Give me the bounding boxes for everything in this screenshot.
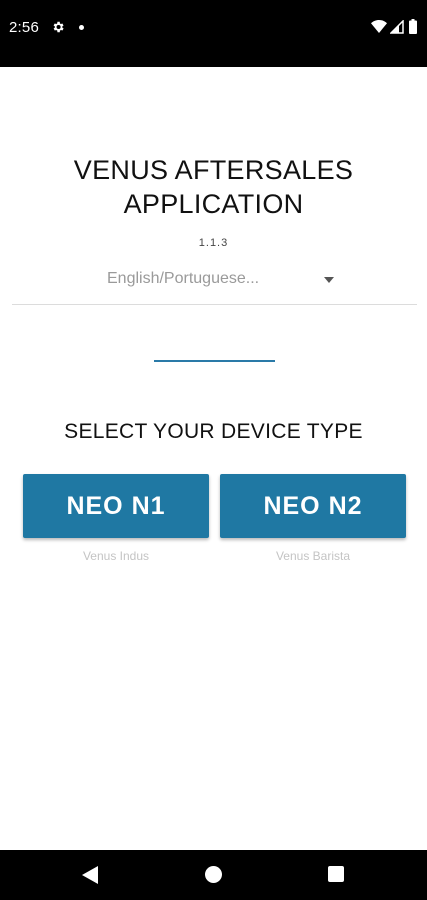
language-dropdown[interactable]: English/Portuguese...	[12, 262, 417, 305]
battery-icon	[409, 19, 417, 34]
dropdown-arrow-icon	[324, 277, 334, 283]
neo-n1-button[interactable]: NEO N1	[23, 474, 209, 538]
app-screen: 2:56 VENUS AFTERSALES APPLICATION 1.1.3 …	[0, 0, 427, 900]
back-icon[interactable]	[82, 866, 98, 884]
signal-icon	[390, 20, 404, 34]
app-title: VENUS AFTERSALES APPLICATION	[73, 155, 354, 219]
navigation-bar	[0, 850, 427, 900]
neo-n1-caption: Venus Indus	[82, 549, 150, 563]
language-selected-value: English/Portuguese...	[107, 270, 260, 287]
notification-dot-icon	[79, 25, 84, 30]
app-version: 1.1.3	[198, 237, 229, 249]
neo-n2-button[interactable]: NEO N2	[220, 474, 406, 538]
status-time: 2:56	[9, 19, 39, 36]
wifi-icon	[371, 20, 387, 33]
neo-n2-caption: Venus Barista	[275, 549, 351, 563]
gear-icon	[53, 21, 64, 33]
accent-divider	[154, 360, 275, 362]
device-type-heading: SELECT YOUR DEVICE TYPE	[64, 420, 363, 443]
home-icon[interactable]	[205, 866, 222, 883]
status-bar: 2:56	[0, 0, 427, 67]
recents-icon[interactable]	[328, 866, 344, 882]
